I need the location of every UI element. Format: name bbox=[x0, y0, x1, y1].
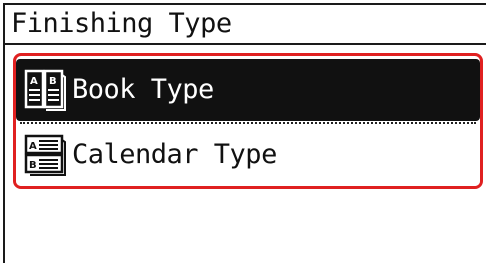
page-title: Finishing Type bbox=[11, 8, 232, 39]
calendar-type-icon: A B bbox=[24, 134, 66, 176]
svg-text:A: A bbox=[29, 141, 37, 152]
svg-text:A: A bbox=[30, 76, 38, 87]
title-bar: Finishing Type bbox=[5, 5, 486, 45]
lcd-screen: Finishing Type A B Book Type A B Calenda… bbox=[3, 3, 486, 263]
menu-item-book-type[interactable]: A B Book Type bbox=[16, 59, 480, 121]
svg-text:B: B bbox=[49, 76, 57, 87]
menu-item-calendar-type[interactable]: A B Calendar Type bbox=[16, 124, 480, 186]
svg-text:B: B bbox=[29, 160, 37, 171]
menu-item-label: Calendar Type bbox=[72, 139, 277, 170]
menu-item-label: Book Type bbox=[72, 74, 214, 105]
book-type-icon: A B bbox=[24, 69, 66, 111]
option-list: A B Book Type A B Calendar Type bbox=[13, 53, 483, 189]
